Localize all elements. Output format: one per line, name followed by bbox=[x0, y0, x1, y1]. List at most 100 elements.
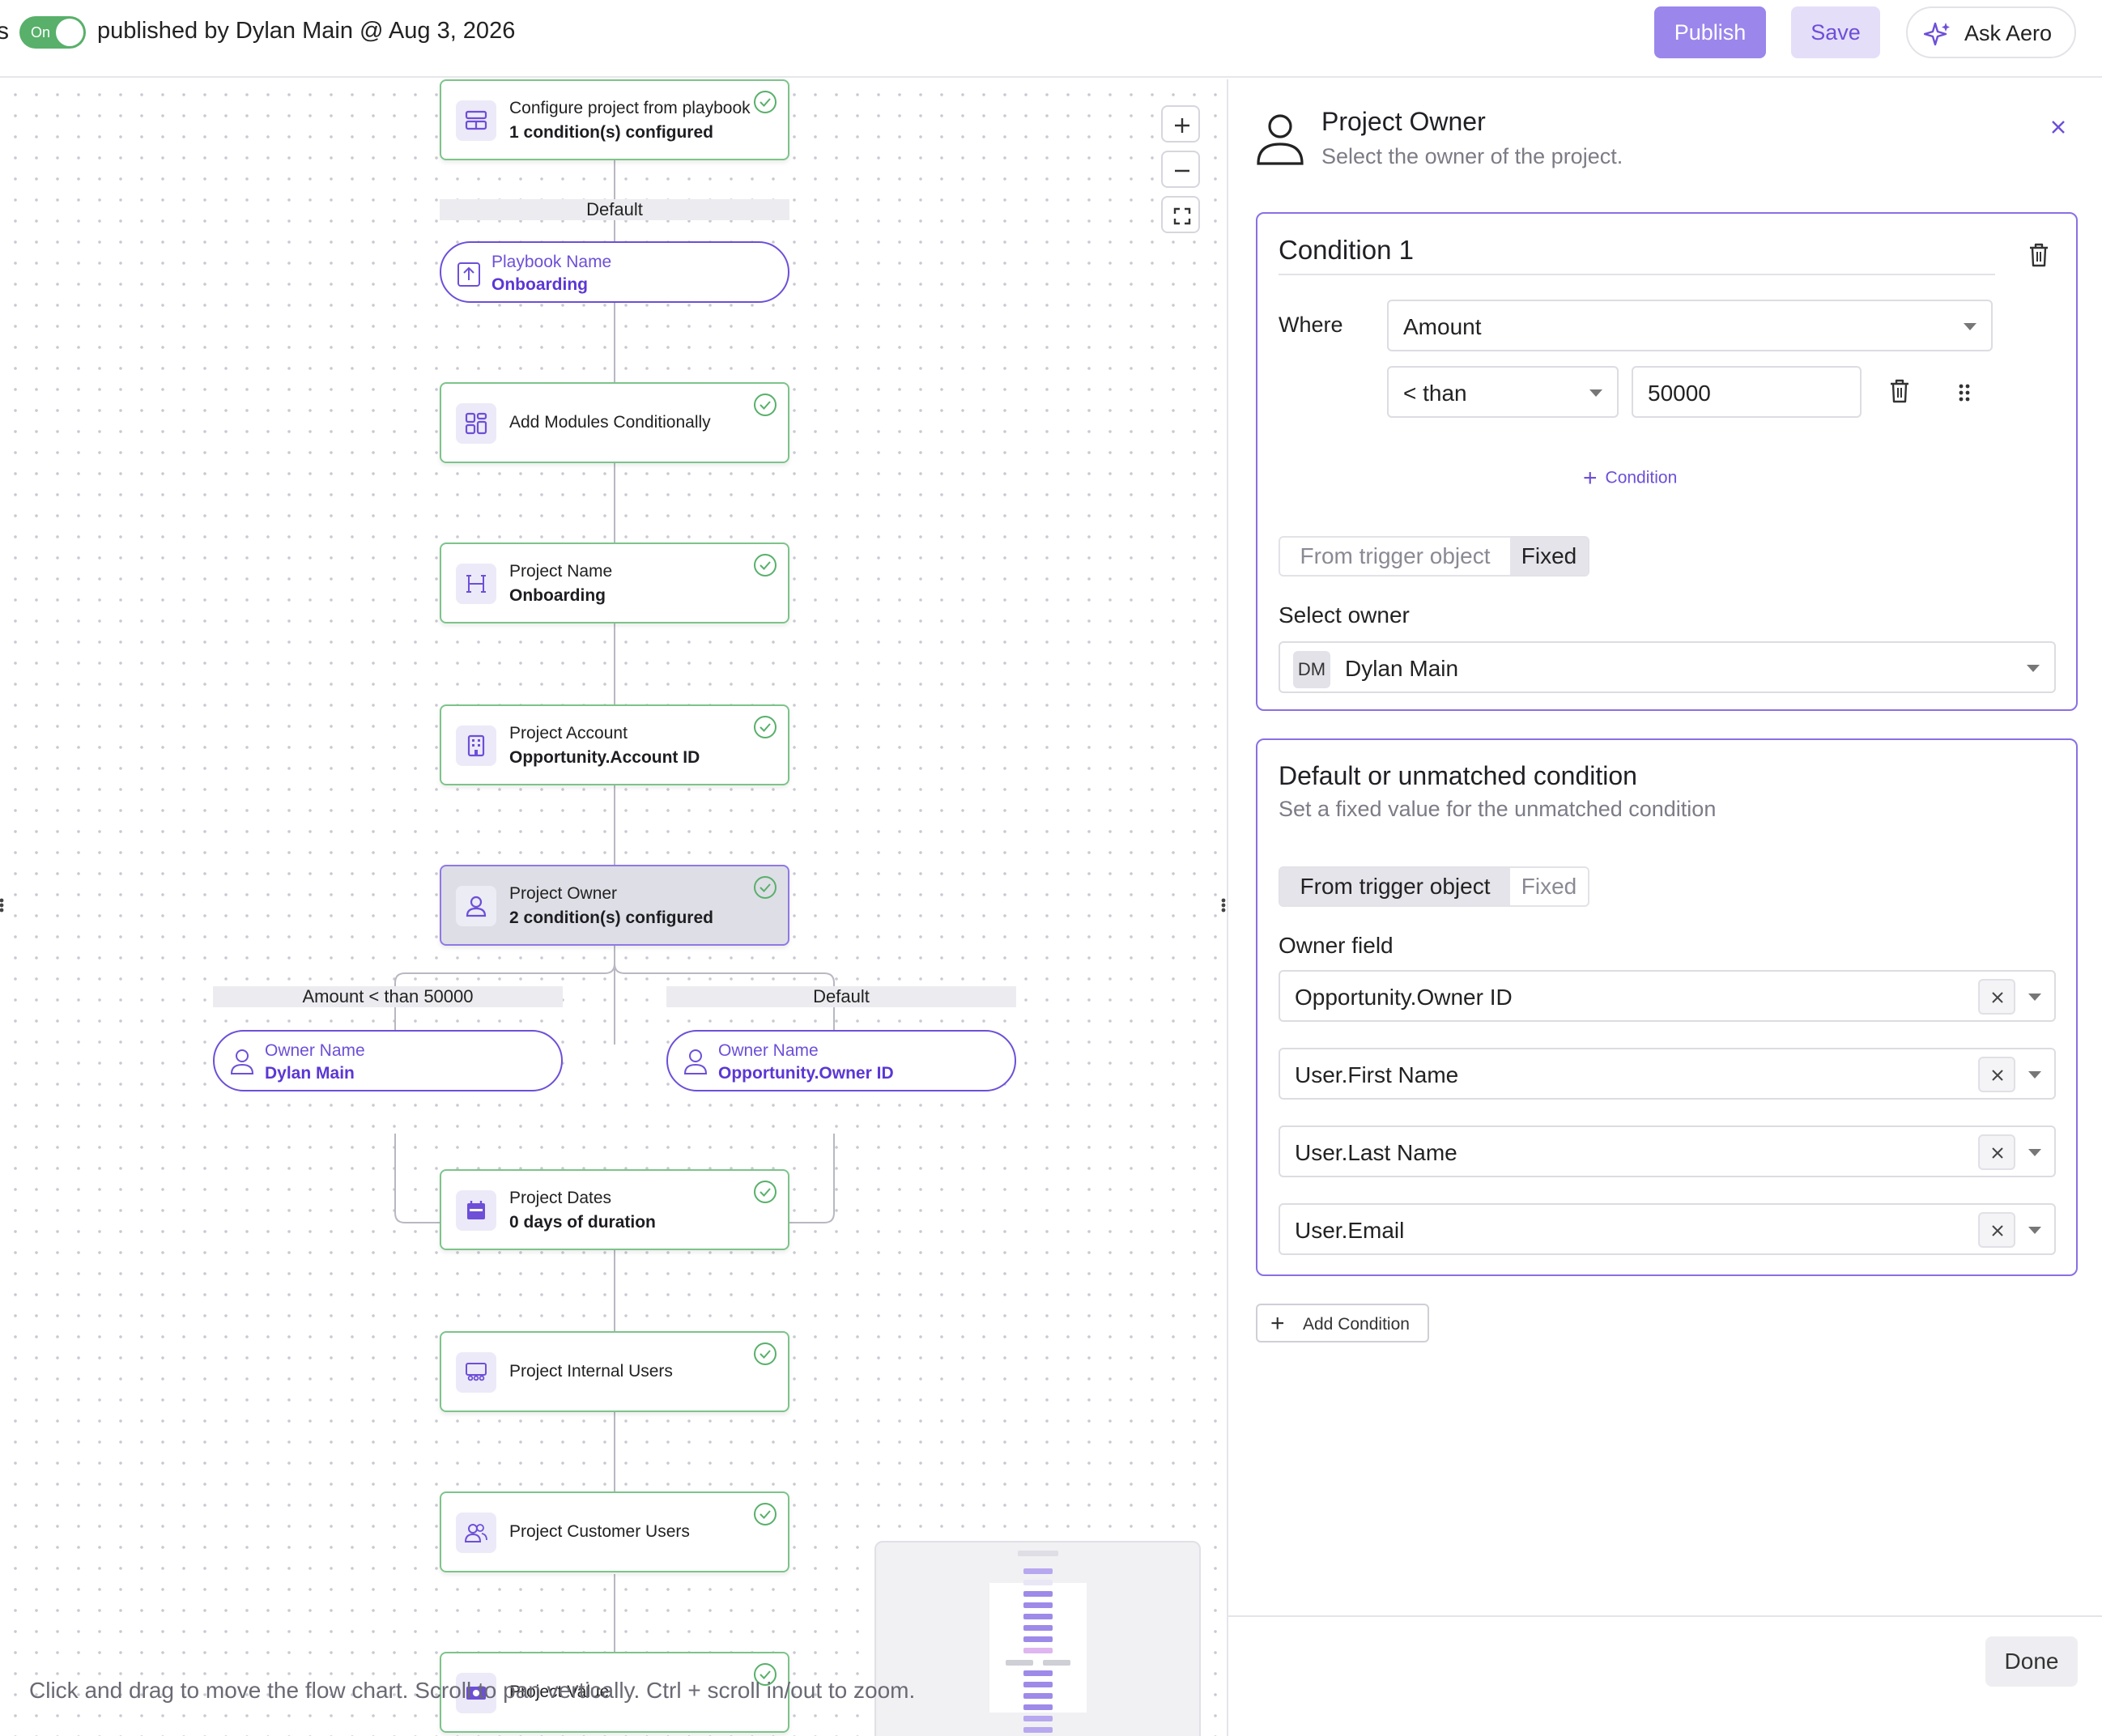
flow-node-configure-project[interactable]: Configure project from playbook 1 condit… bbox=[440, 79, 789, 160]
pill-value: Onboarding bbox=[491, 275, 588, 294]
user-icon bbox=[229, 1048, 255, 1079]
toggle-on-label: On bbox=[31, 24, 51, 40]
owner-name-pill-dylan[interactable]: Owner Name Dylan Main bbox=[213, 1030, 563, 1091]
caret-down-icon bbox=[2028, 1149, 2041, 1156]
default-condition-card: Default or unmatched condition Set a fix… bbox=[1256, 738, 2078, 1276]
minimap-node bbox=[1043, 1660, 1070, 1666]
select-value: Amount bbox=[1403, 314, 1482, 339]
canvas-hint: Click and drag to move the flow chart. S… bbox=[29, 1678, 916, 1703]
pill-label: Owner Name bbox=[265, 1041, 365, 1060]
flow-node-internal-users[interactable]: Project Internal Users bbox=[440, 1331, 789, 1412]
panel-subtitle: Select the owner of the project. bbox=[1321, 144, 1623, 168]
avatar: DM bbox=[1293, 651, 1330, 688]
minimap-node bbox=[1023, 1693, 1053, 1699]
minimap-node bbox=[1023, 1568, 1053, 1574]
owner-field-label: Owner field bbox=[1279, 933, 1394, 958]
minimap-node bbox=[1023, 1648, 1053, 1653]
toggle-knob bbox=[56, 19, 83, 46]
input-value: 50000 bbox=[1648, 381, 1711, 406]
zoom-out-button[interactable] bbox=[1161, 151, 1200, 188]
upload-icon bbox=[456, 259, 483, 292]
owner-field-select[interactable]: User.First Name bbox=[1279, 1048, 2056, 1100]
minimap[interactable] bbox=[874, 1541, 1201, 1736]
seg-from-trigger[interactable]: From trigger object bbox=[1280, 868, 1510, 905]
delete-condition-icon[interactable] bbox=[2027, 241, 2051, 269]
add-condition-button[interactable]: + Add Condition bbox=[1256, 1304, 1429, 1342]
pill-value: Dylan Main bbox=[265, 1064, 355, 1083]
operator-select[interactable]: < than bbox=[1387, 366, 1619, 418]
drag-handle-icon[interactable] bbox=[1957, 381, 1973, 409]
project-owner-panel: Project Owner Select the owner of the pr… bbox=[1227, 79, 2102, 1736]
close-icon[interactable] bbox=[2046, 115, 2070, 139]
where-label: Where bbox=[1279, 313, 1343, 337]
building-icon bbox=[456, 725, 496, 766]
delete-row-icon[interactable] bbox=[1887, 377, 1912, 405]
publish-toggle[interactable]: On bbox=[19, 16, 86, 49]
clear-icon[interactable] bbox=[1978, 979, 2015, 1015]
owner-name: Dylan Main bbox=[1345, 656, 1459, 681]
owner-field-select[interactable]: User.Last Name bbox=[1279, 1125, 2056, 1177]
minimap-node bbox=[1023, 1614, 1053, 1619]
flow-node-customer-users[interactable]: Project Customer Users bbox=[440, 1491, 789, 1572]
flow-canvas[interactable]: Configure project from playbook 1 condit… bbox=[0, 79, 1227, 1736]
owner-field-select[interactable]: User.Email bbox=[1279, 1203, 2056, 1255]
fit-view-button[interactable] bbox=[1161, 196, 1200, 233]
seg-from-trigger[interactable]: From trigger object bbox=[1280, 538, 1510, 575]
plus-icon: + bbox=[1583, 465, 1598, 491]
branch-label-amount: Amount < than 50000 bbox=[213, 986, 563, 1007]
done-button[interactable]: Done bbox=[1985, 1636, 2078, 1687]
node-detail: 2 condition(s) configured bbox=[509, 908, 713, 927]
minimap-node bbox=[1023, 1727, 1053, 1733]
seg-fixed[interactable]: Fixed bbox=[1510, 538, 1588, 575]
layout-icon bbox=[456, 100, 496, 141]
top-bar: s On published by Dylan Main @ Aug 3, 20… bbox=[0, 0, 2102, 78]
check-circle-icon bbox=[752, 1179, 778, 1209]
modules-icon bbox=[456, 403, 496, 444]
pill-label: Owner Name bbox=[718, 1041, 819, 1060]
clear-icon[interactable] bbox=[1978, 1057, 2015, 1092]
minimap-node bbox=[1018, 1551, 1058, 1556]
ask-aero-button[interactable]: Ask Aero bbox=[1906, 6, 2076, 58]
plus-icon: + bbox=[1270, 1310, 1285, 1337]
field-value: Opportunity.Owner ID bbox=[1295, 985, 1513, 1010]
flow-node-add-modules[interactable]: Add Modules Conditionally bbox=[440, 382, 789, 463]
left-resize-handle[interactable] bbox=[0, 889, 13, 921]
owner-field-select[interactable]: Opportunity.Owner ID bbox=[1279, 970, 2056, 1022]
flow-node-project-account[interactable]: Project Account Opportunity.Account ID bbox=[440, 704, 789, 785]
value-source-toggle: From trigger object Fixed bbox=[1279, 536, 1589, 577]
zoom-in-button[interactable] bbox=[1161, 105, 1200, 143]
panel-resize-handle[interactable] bbox=[1219, 889, 1227, 921]
owner-select[interactable]: DM Dylan Main bbox=[1279, 641, 2056, 693]
clear-icon[interactable] bbox=[1978, 1134, 2015, 1170]
caret-down-icon bbox=[2028, 1227, 2041, 1234]
node-detail: 0 days of duration bbox=[509, 1213, 656, 1232]
node-title: Add Modules Conditionally bbox=[509, 413, 711, 432]
flow-node-project-dates[interactable]: Project Dates 0 days of duration bbox=[440, 1169, 789, 1250]
node-title: Project Internal Users bbox=[509, 1362, 673, 1381]
flow-node-project-name[interactable]: Project Name Onboarding bbox=[440, 542, 789, 623]
owner-name-pill-opportunity[interactable]: Owner Name Opportunity.Owner ID bbox=[666, 1030, 1016, 1091]
minimap-node bbox=[1023, 1580, 1053, 1585]
condition-1-card: Condition 1 Where Amount < than 50000 + C… bbox=[1256, 212, 2078, 711]
truncated-label: s bbox=[0, 18, 9, 45]
minimap-node bbox=[1023, 1670, 1053, 1676]
caret-down-icon bbox=[1589, 389, 1602, 397]
playbook-name-pill[interactable]: Playbook Name Onboarding bbox=[440, 241, 789, 303]
node-detail: Onboarding bbox=[509, 586, 606, 605]
minimap-node bbox=[1023, 1682, 1053, 1687]
flow-node-project-owner[interactable]: Project Owner 2 condition(s) configured bbox=[440, 865, 789, 946]
amount-input[interactable]: 50000 bbox=[1632, 366, 1862, 418]
condition-title: Condition 1 bbox=[1279, 235, 1414, 265]
seg-fixed[interactable]: Fixed bbox=[1510, 868, 1588, 905]
add-sub-condition-button[interactable]: + Condition bbox=[1583, 465, 1677, 492]
team-board-icon bbox=[456, 1352, 496, 1393]
default-card-title: Default or unmatched condition bbox=[1279, 761, 1637, 790]
publish-button[interactable]: Publish bbox=[1654, 6, 1766, 58]
condition-field-select[interactable]: Amount bbox=[1387, 300, 1993, 351]
user-icon bbox=[456, 886, 496, 926]
minimap-node bbox=[1023, 1625, 1053, 1631]
save-button[interactable]: Save bbox=[1791, 6, 1880, 58]
node-detail: Opportunity.Account ID bbox=[509, 748, 700, 767]
select-value: < than bbox=[1403, 381, 1467, 406]
clear-icon[interactable] bbox=[1978, 1212, 2015, 1248]
